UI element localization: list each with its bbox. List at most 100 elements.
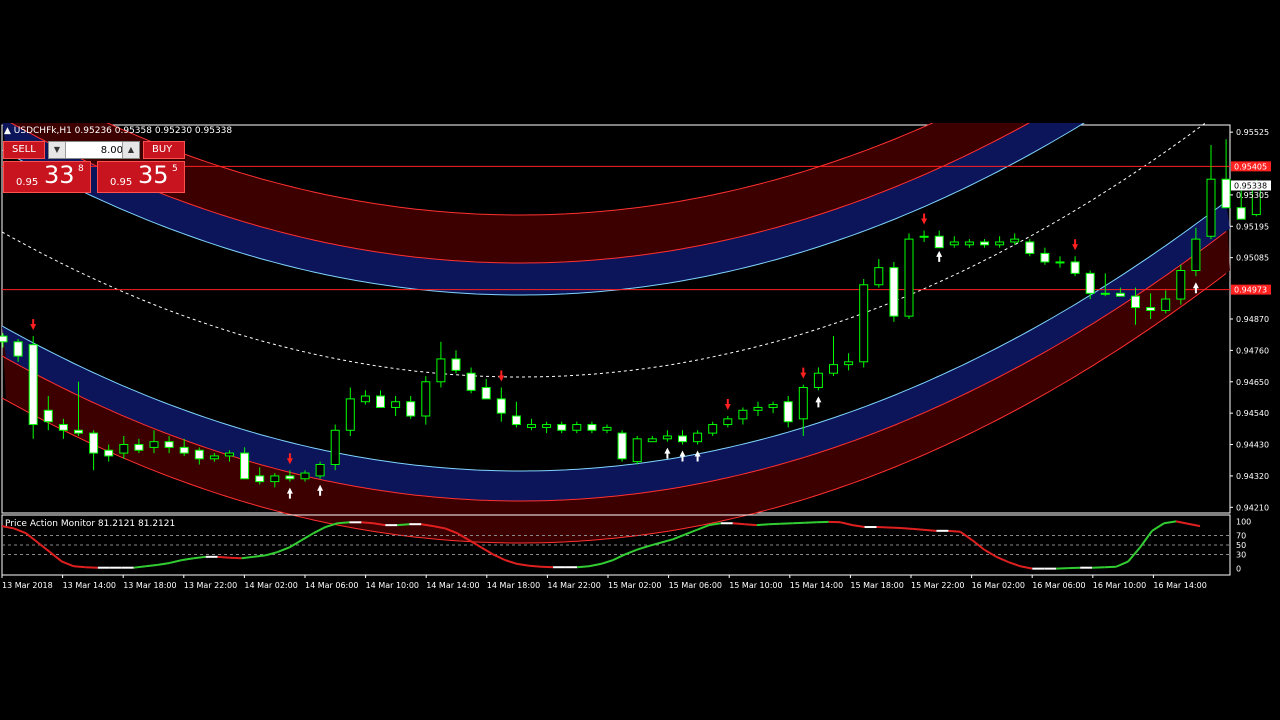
x-tick-label: 13 Mar 2018 — [2, 581, 53, 590]
bear-candle — [783, 401, 793, 423]
buy-price-pips: 35 — [138, 161, 169, 189]
collapse-triangle-icon[interactable]: ▲ — [4, 126, 11, 136]
buy-price-prefix: 0.95 — [110, 177, 133, 188]
bear-candle — [1040, 252, 1050, 263]
bear-candle — [13, 341, 23, 357]
indicator-segment — [277, 546, 290, 554]
indicator-segment — [983, 548, 997, 558]
bull-candle — [225, 452, 234, 457]
bear-candle — [194, 449, 204, 460]
bull-candle — [1010, 238, 1020, 243]
x-tick-label: 16 Mar 10:00 — [1093, 581, 1146, 590]
bear-candle — [0, 335, 8, 343]
bull-candle — [829, 364, 838, 374]
bear-candle — [164, 441, 174, 448]
bear-candle — [1025, 241, 1035, 254]
horizontal-line-label-2: 0.94973 — [1234, 286, 1267, 295]
bear-candle — [285, 475, 295, 480]
bull-candle — [315, 464, 325, 477]
indicator-title: Price Action Monitor 81.2121 81.2121 — [5, 519, 176, 529]
x-tick-label: 13 Mar 14:00 — [63, 581, 116, 590]
x-tick-label: 15 Mar 02:00 — [608, 581, 661, 590]
sell-signal-arrow-icon — [800, 367, 807, 379]
indicator-segment — [1175, 520, 1189, 525]
bull-candle — [391, 401, 401, 408]
sell-button[interactable]: SELL — [3, 141, 45, 159]
sell-price-prefix: 0.95 — [16, 177, 39, 188]
sell-price-button[interactable]: 0.95 33 8 — [3, 161, 91, 193]
x-tick-label: 13 Mar 18:00 — [123, 581, 176, 590]
indicator-segment — [73, 565, 86, 569]
sell-price-fraction: 8 — [78, 164, 84, 174]
indicator-segment — [1115, 560, 1129, 568]
chart-canvas[interactable]: 0.954050.949730.955250.953050.951950.950… — [0, 123, 1280, 599]
bear-candle — [617, 432, 627, 460]
lot-size-input[interactable] — [67, 143, 125, 157]
y-tick-label: 0.94430 — [1236, 441, 1269, 450]
indicator-segment — [253, 554, 266, 558]
x-tick-label: 14 Mar 18:00 — [487, 581, 540, 590]
indicator-segment — [744, 523, 757, 527]
bull-candle — [1206, 178, 1216, 237]
bear-candle — [980, 241, 989, 246]
indicator-segment — [529, 564, 542, 568]
chevron-down-icon: ▼ — [53, 145, 61, 154]
indicator-segment — [169, 559, 182, 564]
bear-candle — [376, 395, 385, 408]
bear-candle — [1146, 307, 1156, 311]
buy-signal-arrow-icon — [936, 250, 943, 262]
buy-price-button[interactable]: 0.95 35 5 — [97, 161, 185, 193]
lot-increase-button[interactable]: ▲ — [122, 142, 139, 158]
bear-candle — [1221, 178, 1231, 209]
bear-candle — [557, 424, 567, 431]
indicator-segment — [13, 527, 27, 535]
chart-window[interactable]: 0.95405 0.94973 0.95525 0.95305 0.95195 0.950… — [0, 123, 1280, 599]
one-click-trading-panel: SELL ▼ ▲ BUY 0.95 33 8 0.95 35 5 — [3, 141, 185, 193]
indicator-segment — [1187, 522, 1201, 528]
indicator-segment — [756, 523, 769, 527]
indicator-segment — [181, 557, 194, 562]
bull-candle — [1055, 261, 1065, 264]
y-tick-label: 0.94650 — [1236, 378, 1269, 387]
bull-candle — [436, 358, 446, 383]
bear-candle — [1115, 292, 1125, 297]
indicator-segment — [157, 561, 170, 566]
sell-signal-arrow-icon — [498, 370, 505, 382]
bull-candle — [330, 429, 340, 466]
indicator-segment — [924, 528, 937, 532]
x-tick-label: 16 Mar 14:00 — [1153, 581, 1206, 590]
indicator-y-tick-label: 100 — [1236, 517, 1251, 526]
bull-candle — [647, 438, 657, 443]
buy-signal-arrow-icon — [815, 396, 822, 408]
bull-candle — [209, 455, 219, 460]
symbol-ohlc-text: USDCHFk,H1 0.95236 0.95358 0.95230 0.953… — [13, 126, 233, 136]
lot-decrease-button[interactable]: ▼ — [49, 142, 66, 158]
indicator-segment — [289, 539, 303, 549]
bear-candle — [1085, 272, 1095, 294]
indicator-segment — [576, 565, 590, 569]
indicator-segment — [397, 523, 410, 527]
sell-price-pips: 33 — [44, 161, 75, 189]
sell-signal-arrow-icon — [30, 319, 37, 331]
bull-candle — [859, 284, 869, 363]
sell-signal-arrow-icon — [921, 213, 928, 225]
indicator-segment — [600, 559, 614, 565]
x-tick-label: 15 Mar 18:00 — [850, 581, 903, 590]
y-tick-label: 0.94870 — [1236, 315, 1269, 324]
bear-candle — [496, 398, 506, 414]
indicator-segment — [193, 555, 206, 560]
indicator-segment — [504, 559, 518, 565]
x-tick-label: 14 Mar 22:00 — [547, 581, 600, 590]
symbol-header: ▲ USDCHFk,H1 0.95236 0.95358 0.95230 0.9… — [4, 126, 232, 136]
bear-candle — [104, 449, 114, 457]
current-price-label: 0.95338 — [1234, 181, 1267, 190]
bear-candle — [28, 344, 38, 426]
buy-button[interactable]: BUY — [143, 141, 185, 159]
indicator-segment — [660, 538, 674, 544]
bull-candle — [300, 472, 310, 480]
bull-candle — [723, 418, 733, 426]
indicator-segment — [25, 532, 39, 544]
bull-candle — [345, 398, 355, 431]
indicator-y-tick-label: 50 — [1236, 541, 1246, 550]
y-tick-label: 0.95305 — [1236, 191, 1269, 200]
